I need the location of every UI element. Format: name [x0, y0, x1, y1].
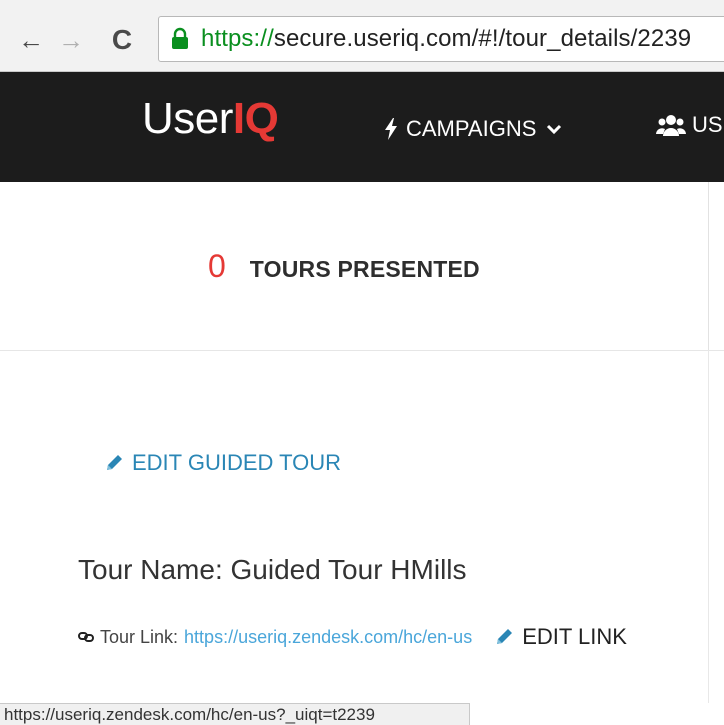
stat-tours-presented: 0 TOURS PRESENTED [208, 248, 480, 285]
bolt-icon [385, 118, 397, 140]
tour-link-url[interactable]: https://useriq.zendesk.com/hc/en-us [184, 627, 472, 648]
nav-users[interactable]: US [656, 112, 723, 138]
reload-button[interactable]: C [104, 22, 140, 58]
chevron-down-icon [547, 124, 562, 135]
tour-link-label: Tour Link: [100, 626, 179, 647]
address-bar[interactable]: https://secure.useriq.com/#!/tour_detail… [158, 16, 724, 62]
back-button[interactable]: ← [14, 22, 48, 58]
edit-guided-tour-link[interactable]: EDIT GUIDED TOUR [104, 450, 341, 476]
logo-text-user: User [142, 94, 233, 143]
users-icon [656, 115, 686, 136]
nav-campaigns-label: CAMPAIGNS [406, 116, 537, 141]
forward-icon: → [58, 24, 84, 55]
browser-status-bar: https://useriq.zendesk.com/hc/en-us?_uiq… [0, 703, 470, 725]
stat-label: TOURS PRESENTED [249, 256, 480, 282]
nav-users-label: US [692, 112, 723, 137]
tour-name: Tour Name: Guided Tour HMills [78, 554, 467, 585]
lock-icon [172, 27, 188, 49]
app-header: UserIQ CAMPAIGNS US [0, 72, 724, 182]
reload-icon: C [111, 24, 133, 55]
back-icon: ← [18, 24, 44, 55]
logo-text-iq: IQ [232, 94, 279, 143]
tour-link-row: Tour Link: https://useriq.zendesk.com/hc… [78, 624, 627, 650]
url-scheme: https:// [201, 25, 274, 52]
useriq-logo[interactable]: UserIQ [142, 94, 279, 144]
nav-campaigns[interactable]: CAMPAIGNS [384, 116, 562, 142]
edit-guided-tour-label: EDIT GUIDED TOUR [132, 450, 342, 475]
stat-value: 0 [208, 248, 226, 284]
browser-toolbar: ← → C https://secure.useriq.com/#!/tour_… [0, 0, 724, 72]
url-text: https://secure.useriq.com/#!/tour_detail… [201, 25, 691, 53]
edit-link-button[interactable]: EDIT LINK [494, 624, 627, 650]
panel-divider [708, 350, 709, 703]
pencil-icon [107, 455, 122, 470]
edit-link-label: EDIT LINK [522, 624, 627, 649]
stats-divider [708, 182, 709, 350]
link-icon [78, 632, 94, 642]
pencil-icon [497, 629, 513, 644]
url-path: secure.useriq.com/#!/tour_details/2239 [273, 25, 692, 52]
forward-button[interactable]: → [56, 22, 86, 58]
